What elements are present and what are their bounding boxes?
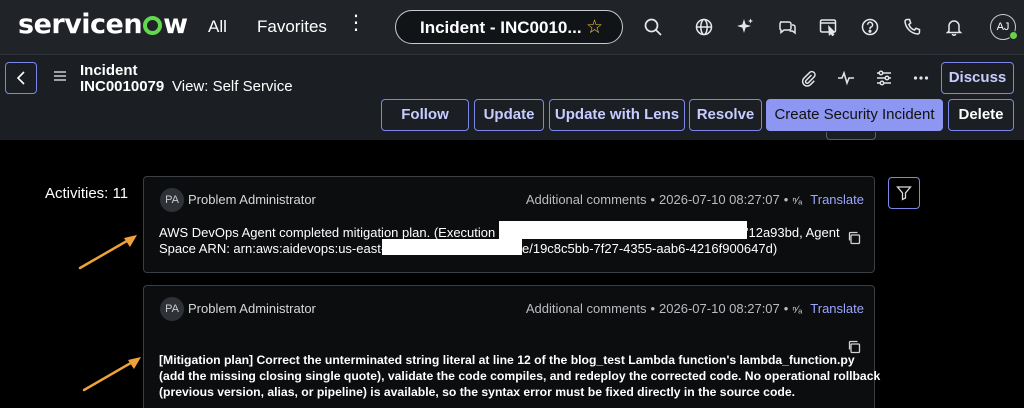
nav-favorites[interactable]: Favorites xyxy=(257,17,327,37)
translate-icon: ⁿ⁄ₐ xyxy=(792,304,803,316)
entry-meta: Additional comments • 2026-07-10 08:27:07 •… xyxy=(525,301,864,316)
discuss-button[interactable]: Discuss xyxy=(941,62,1014,94)
help-icon[interactable] xyxy=(860,17,880,37)
context-pill[interactable]: Incident - INC0010... ☆ xyxy=(395,10,623,44)
record-view: View: Self Service xyxy=(172,78,293,95)
filter-button[interactable] xyxy=(888,177,920,209)
annotation-arrow-icon xyxy=(82,357,141,392)
avatar: PA xyxy=(160,188,184,212)
activity-entry: PA Problem Administrator Additional comm… xyxy=(143,285,881,408)
more-icon[interactable] xyxy=(912,69,930,87)
entry-author: Problem Administrator xyxy=(188,301,316,316)
chat-icon[interactable] xyxy=(777,17,797,37)
copy-icon[interactable] xyxy=(847,231,861,245)
record-number: INC0010079 xyxy=(80,78,165,95)
delete-button[interactable]: Delete xyxy=(948,99,1014,131)
create-security-incident-button[interactable]: Create Security Incident xyxy=(766,99,943,131)
update-button[interactable]: Update xyxy=(474,99,544,131)
translate-link[interactable]: Translate xyxy=(810,301,864,316)
search-icon[interactable] xyxy=(643,17,663,37)
sliders-icon[interactable] xyxy=(875,69,893,87)
phone-icon[interactable] xyxy=(902,17,922,37)
entry-type: Additional comments xyxy=(525,301,647,316)
activities-count: Activities: 11 xyxy=(45,185,129,202)
follow-button[interactable]: Follow xyxy=(381,99,469,131)
record-header: Incident INC0010079 View: Self Service D… xyxy=(0,54,1024,140)
partial-control xyxy=(826,132,876,140)
back-button[interactable] xyxy=(5,62,37,94)
avatar: PA xyxy=(160,297,184,321)
redaction-block xyxy=(382,239,522,255)
entry-timestamp: 2026-07-10 08:27:07 xyxy=(659,192,780,207)
activity-entry: PA Problem Administrator Additional comm… xyxy=(143,176,875,273)
avatar[interactable]: AJ xyxy=(990,14,1018,40)
entry-author: Problem Administrator xyxy=(188,192,316,207)
translate-link[interactable]: Translate xyxy=(810,192,864,207)
bell-icon[interactable] xyxy=(944,17,964,37)
record-table-name: Incident xyxy=(80,62,138,79)
star-icon[interactable]: ☆ xyxy=(586,16,603,39)
annotation-arrow-icon xyxy=(78,235,137,270)
paperclip-icon[interactable] xyxy=(799,69,817,87)
list-icon[interactable] xyxy=(53,69,67,83)
translate-icon: ⁿ⁄ₐ xyxy=(792,195,803,207)
resolve-button[interactable]: Resolve xyxy=(689,99,762,131)
entry-type: Additional comments xyxy=(525,192,647,207)
online-status-dot xyxy=(1009,31,1018,40)
context-title: Incident - INC0010... xyxy=(420,18,582,37)
globe-icon[interactable] xyxy=(694,17,714,37)
update-with-lens-button[interactable]: Update with Lens xyxy=(549,99,685,131)
entry-meta: Additional comments • 2026-07-10 08:27:07 •… xyxy=(525,192,864,207)
pulse-icon[interactable] xyxy=(837,69,855,87)
screen-icon[interactable] xyxy=(818,17,838,37)
redaction-block xyxy=(499,221,747,239)
nav-all[interactable]: All xyxy=(208,17,227,37)
filter-icon xyxy=(896,186,912,201)
sparkle-icon[interactable] xyxy=(735,17,755,37)
servicenow-logo[interactable]: servicen w xyxy=(18,9,188,40)
entry-timestamp: 2026-07-10 08:27:07 xyxy=(659,301,780,316)
chevron-left-icon xyxy=(16,71,25,85)
nav-more-icon[interactable]: ⋮ xyxy=(346,13,366,33)
entry-text: [Mitigation plan] Correct the unterminat… xyxy=(159,353,881,399)
top-navigation: servicen w All Favorites ⋮ Incident - INC… xyxy=(0,0,1024,54)
